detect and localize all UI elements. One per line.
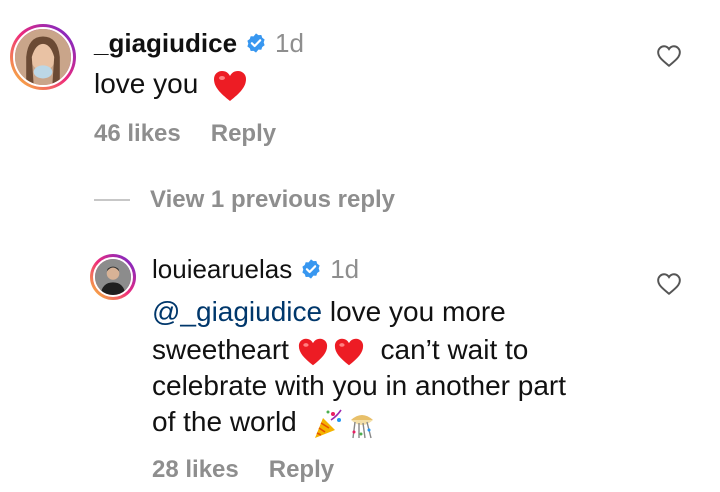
comment-meta: 28 likes Reply (152, 456, 334, 484)
avatar-giagiudice[interactable] (10, 24, 76, 90)
comment-line: of the world (152, 404, 652, 440)
red-heart-emoji (298, 338, 327, 365)
comment-text: love you more (322, 296, 506, 327)
divider-line (94, 199, 130, 201)
verified-badge-icon (247, 33, 265, 53)
comment-header: louiearuelas 1d (152, 256, 359, 282)
like-heart-icon[interactable] (656, 272, 682, 296)
mention-link[interactable]: @_giagiudice (152, 296, 322, 327)
comment-line: sweetheart can’t wait to (152, 332, 652, 368)
comment-text: love you (94, 68, 199, 99)
comment-body: love you (94, 66, 248, 103)
reply-button[interactable]: Reply (211, 120, 276, 148)
comment-text: of the world (152, 406, 297, 437)
verified-badge-icon (302, 259, 320, 279)
username[interactable]: _giagiudice (94, 30, 237, 56)
view-replies-label: View 1 previous reply (150, 186, 396, 213)
comment-line: @_giagiudice love you more (152, 294, 652, 330)
avatar-photo (93, 257, 133, 297)
confetti-ball-emoji (350, 414, 373, 438)
red-heart-emoji (214, 70, 247, 101)
likes-count[interactable]: 28 likes (152, 456, 239, 484)
avatar-louiearuelas[interactable] (90, 254, 136, 300)
like-heart-icon[interactable] (656, 44, 682, 68)
comment-body: @_giagiudice love you more sweetheart ca… (152, 294, 652, 440)
reply-button[interactable]: Reply (269, 456, 334, 484)
username[interactable]: louiearuelas (152, 256, 292, 282)
comment-time: 1d (275, 28, 304, 58)
comment-meta: 46 likes Reply (94, 120, 276, 148)
comment-text: sweetheart (152, 334, 289, 365)
comment-line: celebrate with you in another part (152, 370, 567, 401)
likes-count[interactable]: 46 likes (94, 120, 181, 148)
view-previous-replies[interactable]: View 1 previous reply (94, 186, 395, 214)
party-popper-emoji (314, 409, 342, 438)
red-heart-emoji (334, 338, 363, 365)
comment-text: can’t wait to (380, 334, 529, 365)
comment-time: 1d (330, 254, 360, 284)
comment-header: _giagiudice 1d (94, 30, 304, 56)
avatar-photo (13, 27, 73, 87)
